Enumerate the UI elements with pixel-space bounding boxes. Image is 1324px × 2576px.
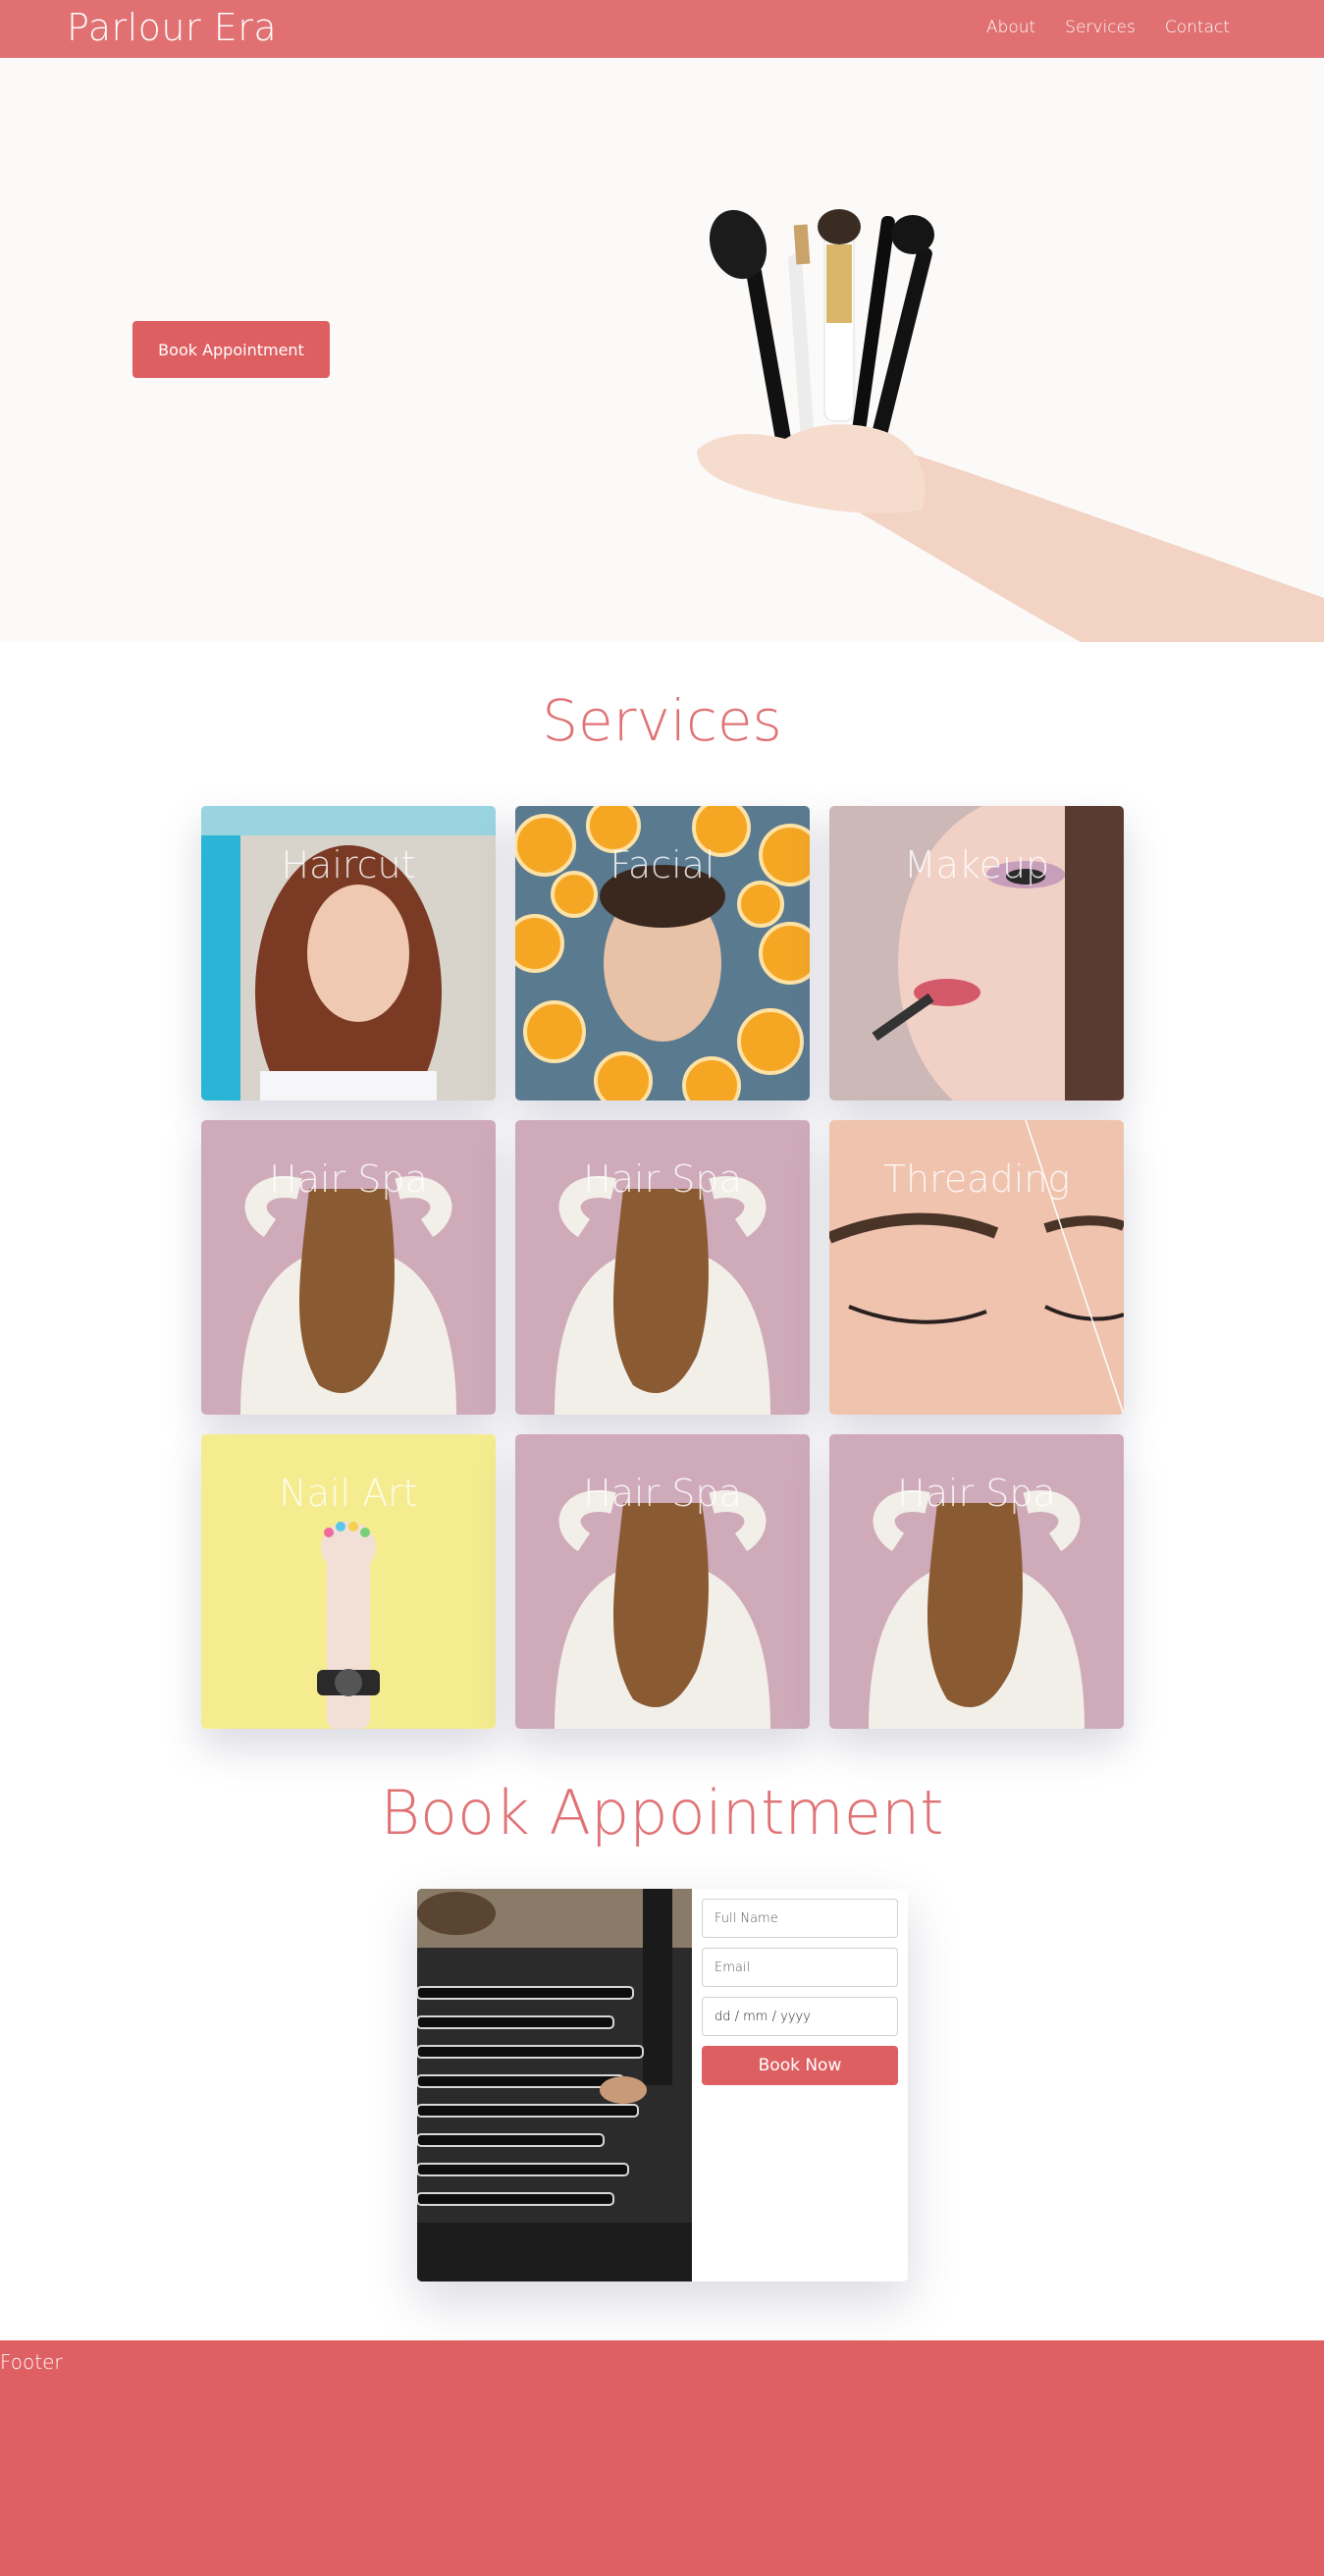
hero-makeup-brushes-image [697, 209, 1324, 642]
hero-section: Book Appointment [0, 58, 1324, 642]
service-label: Hair Spa [269, 1157, 428, 1201]
book-appointment-heading: Book Appointment [380, 1777, 944, 1849]
service-card-facial[interactable]: Facial [515, 806, 810, 1100]
service-label: Facial [609, 843, 715, 886]
services-grid: Haircut Facial Makeup Hair Spa Hair Spa … [201, 806, 1124, 1729]
service-card-hair-spa[interactable]: Hair Spa [201, 1120, 496, 1415]
service-card-makeup[interactable]: Makeup [829, 806, 1124, 1100]
service-card-threading[interactable]: Threading [829, 1120, 1124, 1415]
service-label: Haircut [281, 843, 416, 886]
service-card-hair-spa[interactable]: Hair Spa [515, 1434, 810, 1729]
service-card-hair-spa[interactable]: Hair Spa [829, 1434, 1124, 1729]
footer: Footer [0, 2340, 1324, 2576]
service-label: Hair Spa [583, 1472, 742, 1515]
book-now-button[interactable]: Book Now [702, 2046, 898, 2085]
top-navbar: Parlour Era About Services Contact [0, 0, 1324, 58]
nav-link-about[interactable]: About [986, 18, 1035, 37]
booking-makeup-brushes-image [417, 1889, 692, 2281]
nav-links: About Services Contact [986, 18, 1230, 37]
email-input[interactable]: Email [702, 1948, 898, 1987]
footer-label: Footer [0, 2350, 63, 2374]
booking-card: Full Name Email dd / mm / yyyy Book Now [417, 1889, 908, 2281]
brand-logo-text[interactable]: Parlour Era [67, 6, 277, 49]
nav-link-contact[interactable]: Contact [1165, 18, 1230, 37]
service-label: Hair Spa [583, 1157, 742, 1201]
service-card-hair-spa[interactable]: Hair Spa [515, 1120, 810, 1415]
full-name-input[interactable]: Full Name [702, 1899, 898, 1938]
service-card-nail-art[interactable]: Nail Art [201, 1434, 496, 1729]
services-heading: Services [542, 687, 782, 754]
service-label: Nail Art [279, 1472, 418, 1515]
service-label: Hair Spa [897, 1472, 1056, 1515]
service-card-haircut[interactable]: Haircut [201, 806, 496, 1100]
booking-form: Full Name Email dd / mm / yyyy Book Now [702, 1899, 898, 2085]
nav-link-services[interactable]: Services [1065, 18, 1136, 37]
date-input[interactable]: dd / mm / yyyy [702, 1997, 898, 2036]
hero-book-appointment-button[interactable]: Book Appointment [132, 321, 330, 378]
service-label: Makeup [903, 843, 1050, 886]
service-label: Threading [882, 1157, 1071, 1201]
